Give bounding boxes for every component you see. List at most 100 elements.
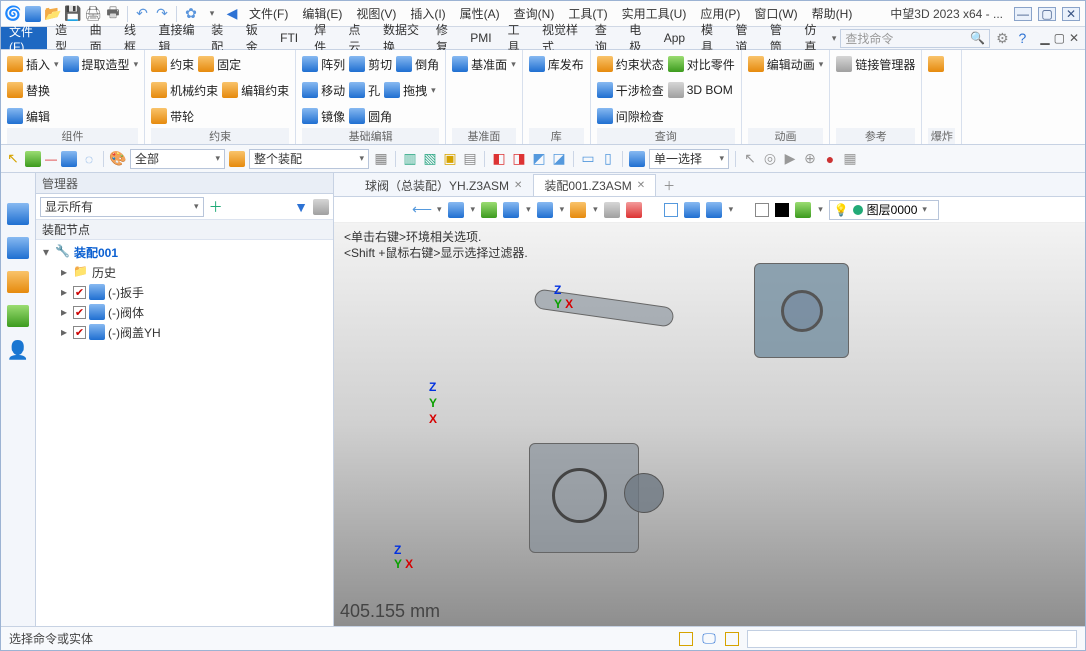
- close-icon[interactable]: ✕: [637, 180, 645, 191]
- t7-icon[interactable]: ◨: [511, 151, 527, 167]
- ribbon-tab[interactable]: 钣金: [238, 27, 272, 49]
- gap-check-button[interactable]: 间隙检查: [597, 108, 664, 125]
- vt-icon[interactable]: [795, 202, 811, 218]
- menu-item[interactable]: 视图(V): [356, 5, 396, 22]
- sb-icon[interactable]: 🖵: [701, 631, 717, 647]
- close-button[interactable]: ✕: [1062, 7, 1080, 21]
- ribbon-tab[interactable]: FTI: [272, 27, 306, 49]
- minimize-button[interactable]: —: [1014, 7, 1032, 21]
- menu-item[interactable]: 文件(F): [249, 5, 288, 22]
- command-search[interactable]: 查找命令🔍: [840, 29, 990, 48]
- ribbon-tab[interactable]: 查询: [587, 27, 621, 49]
- datum-button[interactable]: 基准面▾: [452, 56, 516, 73]
- menu-item[interactable]: 帮助(H): [812, 5, 853, 22]
- edit-constraint-button[interactable]: 编辑约束: [222, 82, 289, 99]
- menu-item[interactable]: 编辑(E): [302, 5, 342, 22]
- viewport[interactable]: <单击右键>环境相关选项. <Shift +鼠标右键>显示选择过滤器. ZY X…: [334, 223, 1085, 626]
- dock-icon-3[interactable]: [7, 271, 29, 293]
- compare-part-button[interactable]: 对比零件: [668, 56, 735, 73]
- menu-item[interactable]: 实用工具(U): [622, 5, 687, 22]
- menu-item[interactable]: 应用(P): [700, 5, 740, 22]
- mgr-add-icon[interactable]: ＋: [208, 199, 224, 215]
- fillet-button[interactable]: 圆角: [349, 108, 392, 125]
- qat-dropdown-icon[interactable]: ▾: [204, 6, 220, 22]
- ribbon-tab[interactable]: 造型: [47, 27, 81, 49]
- tree-item-wrench[interactable]: ▸✔(-)扳手: [40, 282, 329, 302]
- ribbon-tab[interactable]: 视觉样式: [534, 27, 587, 49]
- play-icon[interactable]: ▶: [782, 151, 798, 167]
- pulley-button[interactable]: 带轮: [151, 108, 194, 125]
- rec-icon[interactable]: ●: [822, 151, 838, 167]
- doc-tab-1[interactable]: 球阀（总装配）YH.Z3ASM✕: [354, 174, 533, 196]
- link-mgr-button[interactable]: 链接管理器: [836, 56, 915, 73]
- arrow2-icon[interactable]: ↖: [742, 151, 758, 167]
- remove-icon[interactable]: —: [45, 152, 57, 166]
- menu-item[interactable]: 工具(T): [568, 5, 607, 22]
- move-button[interactable]: 移动: [302, 82, 345, 99]
- dock-icon-4[interactable]: [7, 305, 29, 327]
- constraint-state-button[interactable]: 约束状态: [597, 56, 664, 73]
- open-icon[interactable]: 📂: [45, 6, 61, 22]
- insert-button[interactable]: 插入▾: [7, 56, 59, 73]
- add-icon[interactable]: [25, 151, 41, 167]
- ribbon-tab[interactable]: 工具: [500, 27, 534, 49]
- edit-button[interactable]: 编辑: [7, 108, 50, 125]
- save-icon[interactable]: 💾: [65, 6, 81, 22]
- vt-icon[interactable]: [537, 202, 553, 218]
- mgr-cfg-icon[interactable]: [313, 199, 329, 215]
- inner-max-button[interactable]: ▢: [1054, 31, 1065, 45]
- edit-anim-button[interactable]: 编辑动画▾: [748, 56, 824, 73]
- cursor-icon[interactable]: ↖: [5, 151, 21, 167]
- t9-icon[interactable]: ◪: [551, 151, 567, 167]
- menu-item[interactable]: 插入(I): [410, 5, 445, 22]
- tree-root[interactable]: ▾🔧装配001: [40, 242, 329, 262]
- sel2-icon[interactable]: ◌: [81, 151, 97, 167]
- vt-icon[interactable]: [503, 202, 519, 218]
- tree-item-body[interactable]: ▸✔(-)阀体: [40, 302, 329, 322]
- interference-button[interactable]: 干涉检查: [597, 82, 664, 99]
- t2-icon[interactable]: ▥: [402, 151, 418, 167]
- mirror-button[interactable]: 镜像: [302, 108, 345, 125]
- doc-tab-2[interactable]: 装配001.Z3ASM✕: [533, 174, 656, 196]
- extract-shape-button[interactable]: 提取造型▾: [63, 56, 139, 73]
- vt-icon[interactable]: [448, 202, 464, 218]
- assembly-tree[interactable]: ▾🔧装配001 ▸📁历史 ▸✔(-)扳手 ▸✔(-)阀体 ▸✔(-)阀盖YH: [36, 240, 333, 626]
- new-icon[interactable]: [25, 6, 41, 22]
- ribbon-tab[interactable]: 数据交换: [375, 27, 428, 49]
- explode-button[interactable]: [928, 56, 944, 72]
- ribbon-tab[interactable]: PMI: [462, 27, 499, 49]
- t4-icon[interactable]: ▣: [442, 151, 458, 167]
- bom-button[interactable]: 3D BOM: [668, 82, 733, 98]
- ribbon-tab[interactable]: 管筒: [762, 27, 796, 49]
- help-icon[interactable]: ?: [1014, 30, 1030, 46]
- print2-icon[interactable]: 🖶: [105, 6, 121, 22]
- t1-icon[interactable]: ▦: [373, 151, 389, 167]
- menu-item[interactable]: 窗口(W): [754, 5, 797, 22]
- lib-publish-button[interactable]: 库发布: [529, 56, 584, 73]
- close-icon[interactable]: ✕: [514, 180, 522, 191]
- color-black-icon[interactable]: [775, 203, 789, 217]
- inner-min-button[interactable]: ▁: [1040, 31, 1049, 45]
- ribbon-tab[interactable]: 模具: [693, 27, 727, 49]
- scope-combo[interactable]: 整个装配▾: [249, 149, 369, 169]
- ribbon-tab[interactable]: 线框: [116, 27, 150, 49]
- vt-icon[interactable]: ⟵: [414, 202, 430, 218]
- layer-combo[interactable]: 💡图层0000▾: [829, 200, 939, 220]
- selmode-combo[interactable]: 单一选择▾: [649, 149, 729, 169]
- ribbon-tab[interactable]: App: [656, 27, 693, 49]
- redo-icon[interactable]: ↷: [154, 6, 170, 22]
- cut-button[interactable]: 剪切: [349, 56, 392, 73]
- t13-icon[interactable]: ◎: [762, 151, 778, 167]
- ribbon-tab[interactable]: 管道: [727, 27, 761, 49]
- mech-constraint-button[interactable]: 机械约束: [151, 82, 218, 99]
- chamfer-button[interactable]: 倒角: [396, 56, 439, 73]
- dock-icon-1[interactable]: [7, 203, 29, 225]
- maximize-button[interactable]: ▢: [1038, 7, 1056, 21]
- t5-icon[interactable]: ▤: [462, 151, 478, 167]
- filter-combo[interactable]: 全部▾: [130, 149, 225, 169]
- t11-icon[interactable]: ▯: [600, 151, 616, 167]
- hole-button[interactable]: 孔: [349, 82, 380, 99]
- gear-icon[interactable]: ✿: [183, 6, 199, 22]
- drag-button[interactable]: 拖拽▾: [384, 82, 436, 99]
- replace-button[interactable]: 替换: [7, 82, 50, 99]
